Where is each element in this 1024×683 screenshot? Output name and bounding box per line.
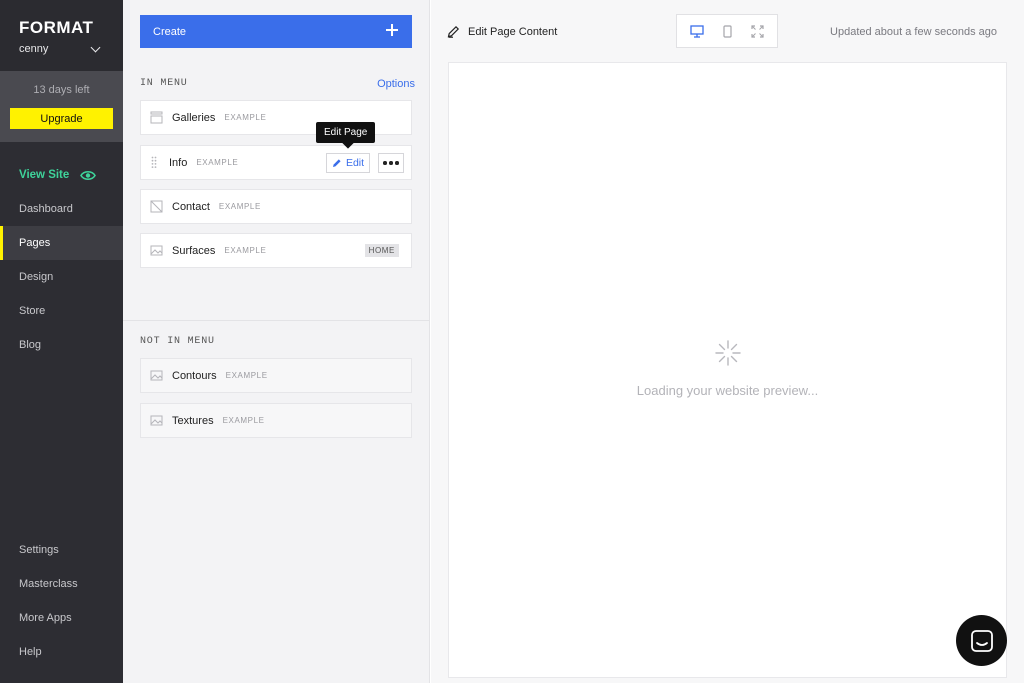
example-tag: EXAMPLE (196, 158, 239, 167)
sidebar-item-dashboard[interactable]: Dashboard (0, 192, 123, 226)
desktop-view-button[interactable] (690, 24, 704, 38)
website-preview-frame[interactable]: Loading your website preview... (448, 62, 1007, 678)
in-menu-heading: IN MENU (140, 78, 188, 89)
home-badge: HOME (364, 244, 399, 257)
sidebar-item-settings[interactable]: Settings (0, 533, 123, 567)
example-tag: EXAMPLE (218, 202, 261, 211)
image-icon (150, 415, 163, 426)
image-icon (150, 370, 163, 381)
edit-content-label: Edit Page Content (468, 25, 558, 38)
section-divider (123, 320, 429, 321)
loading-spinner-icon (715, 340, 741, 366)
eye-icon (80, 170, 97, 180)
options-link[interactable]: Options (377, 78, 415, 90)
preview-area: Edit Page Content Updated about a few se… (431, 0, 1024, 683)
mobile-icon (723, 24, 732, 38)
support-chat-button[interactable] (956, 615, 1007, 666)
main-sidebar: FORMAT cenny 13 days left Upgrade View S… (0, 0, 123, 683)
more-dot (389, 161, 393, 165)
page-title: Surfaces (172, 244, 216, 257)
more-dot (395, 161, 399, 165)
edit-page-button[interactable]: Edit (326, 153, 370, 173)
edit-page-tooltip: Edit Page (316, 122, 376, 143)
pencil-icon (447, 25, 460, 38)
example-tag: EXAMPLE (225, 371, 268, 380)
page-title: Contours (172, 369, 217, 382)
chat-icon (970, 629, 993, 652)
pencil-icon (332, 159, 341, 167)
example-tag: EXAMPLE (222, 416, 265, 425)
fullscreen-button[interactable] (751, 24, 764, 38)
edit-label: Edit (345, 157, 365, 169)
upgrade-button[interactable]: Upgrade (10, 108, 113, 129)
sidebar-item-help[interactable]: Help (0, 635, 123, 669)
username: cenny (19, 43, 49, 55)
sidebar-item-pages[interactable]: Pages (0, 226, 123, 260)
page-title: Textures (172, 414, 214, 427)
page-title: Galleries (172, 111, 216, 124)
create-label: Create (153, 25, 187, 38)
fullscreen-icon (751, 24, 764, 38)
sidebar-item-more-apps[interactable]: More Apps (0, 601, 123, 635)
page-icon (150, 200, 163, 213)
chevron-down-icon (90, 42, 101, 52)
more-dot (383, 161, 387, 165)
account-switcher[interactable]: cenny (19, 42, 123, 55)
page-row-info[interactable]: Info EXAMPLE Edit (140, 145, 412, 180)
sidebar-bottom-nav: Settings Masterclass More Apps Help (0, 533, 123, 669)
page-title: Info (169, 156, 188, 169)
plus-icon (386, 24, 398, 36)
example-tag: EXAMPLE (224, 113, 267, 122)
gallery-icon (150, 111, 163, 124)
sidebar-item-store[interactable]: Store (0, 294, 123, 328)
edit-page-content-button[interactable]: Edit Page Content (447, 25, 557, 38)
drag-handle-icon[interactable] (151, 156, 157, 169)
image-icon (150, 245, 163, 256)
page-row-contours[interactable]: Contours EXAMPLE (140, 358, 412, 393)
sidebar-item-blog[interactable]: Blog (0, 328, 123, 362)
not-in-menu-heading: NOT IN MENU (140, 336, 215, 347)
format-logo[interactable]: FORMAT (19, 18, 123, 38)
create-page-button[interactable]: Create (140, 15, 412, 48)
sidebar-nav: View Site Dashboard Pages Design Store B… (0, 158, 123, 362)
pages-panel: Create IN MENU Options Galleries EXAMPLE… (123, 0, 430, 683)
sidebar-item-view-site[interactable]: View Site (0, 158, 123, 192)
page-row-surfaces[interactable]: Surfaces EXAMPLE HOME (140, 233, 412, 268)
sidebar-item-label: View Site (19, 169, 70, 181)
page-title: Contact (172, 200, 210, 213)
page-row-textures[interactable]: Textures EXAMPLE (140, 403, 412, 438)
sidebar-item-design[interactable]: Design (0, 260, 123, 294)
loading-message: Loading your website preview... (636, 383, 819, 398)
trial-banner: 13 days left Upgrade (0, 71, 123, 142)
more-options-button[interactable] (378, 153, 404, 173)
example-tag: EXAMPLE (224, 246, 267, 255)
page-row-contact[interactable]: Contact EXAMPLE (140, 189, 412, 224)
last-updated-status: Updated about a few seconds ago (830, 26, 997, 38)
desktop-icon (690, 24, 704, 38)
mobile-view-button[interactable] (723, 24, 732, 38)
device-toggle (676, 14, 778, 48)
sidebar-item-masterclass[interactable]: Masterclass (0, 567, 123, 601)
trial-days-left: 13 days left (33, 84, 90, 96)
brand-header: FORMAT cenny (0, 0, 123, 71)
